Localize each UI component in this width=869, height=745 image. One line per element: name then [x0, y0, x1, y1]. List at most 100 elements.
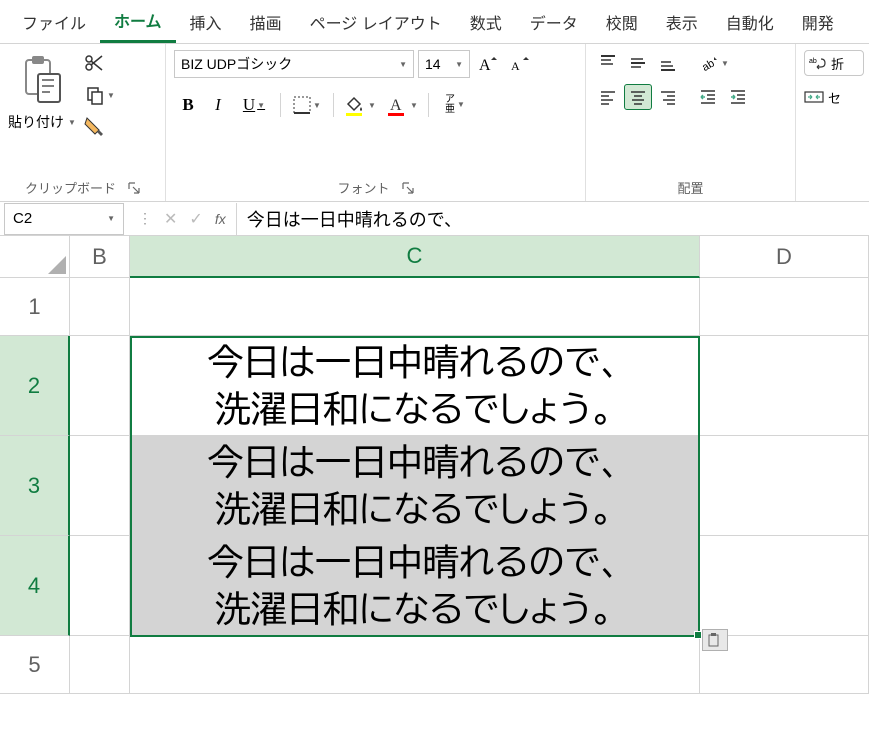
ribbon: 貼り付け▼ ▼ クリップボード: [0, 44, 869, 202]
menu-data[interactable]: データ: [516, 2, 592, 42]
menu-pagelayout[interactable]: ページ レイアウト: [296, 2, 456, 42]
col-header-B[interactable]: B: [70, 236, 130, 278]
row-header-3[interactable]: 3: [0, 436, 70, 536]
svg-text:A: A: [511, 59, 520, 73]
dots-icon[interactable]: ⋮: [134, 210, 156, 227]
increase-font-button[interactable]: A: [474, 51, 502, 77]
svg-text:A: A: [390, 97, 402, 114]
row-header-5[interactable]: 5: [0, 636, 70, 694]
align-center-button[interactable]: [624, 84, 652, 110]
font-color-button[interactable]: A ▼: [382, 92, 422, 118]
col-header-C[interactable]: C: [130, 236, 700, 278]
menu-insert[interactable]: 挿入: [176, 2, 236, 42]
italic-button[interactable]: I: [204, 92, 232, 118]
clipboard-icon: [12, 50, 72, 110]
format-painter-button[interactable]: [80, 114, 108, 140]
menu-automate[interactable]: 自動化: [712, 2, 788, 42]
cell-C4[interactable]: 今日は一日中晴れるので、 洗濯日和になるでしょう。: [130, 536, 700, 636]
decrease-font-button[interactable]: A: [506, 51, 534, 77]
wrap-text-button[interactable]: ab 折: [804, 50, 864, 76]
cut-button[interactable]: [80, 50, 108, 76]
align-top-icon: [599, 54, 617, 72]
row-header-1[interactable]: 1: [0, 278, 70, 336]
cell-D1[interactable]: [700, 278, 869, 336]
align-left-icon: [599, 88, 617, 106]
menu-formulas[interactable]: 数式: [456, 2, 516, 42]
bold-button[interactable]: B: [174, 92, 202, 118]
align-bottom-button[interactable]: [654, 50, 682, 76]
menu-view[interactable]: 表示: [652, 2, 712, 42]
align-top-button[interactable]: [594, 50, 622, 76]
col-header-D[interactable]: D: [700, 236, 869, 278]
chevron-down-icon: ▼: [68, 118, 76, 127]
name-box[interactable]: C2 ▼: [4, 203, 124, 235]
cell-C5[interactable]: [130, 636, 700, 694]
cell-D4[interactable]: [700, 536, 869, 636]
ribbon-group-font: BIZ UDPゴシック ▼ 14 ▼ A A B I U▼: [166, 44, 586, 201]
cell-B5[interactable]: [70, 636, 130, 694]
orientation-button[interactable]: ab▼: [694, 50, 734, 76]
paste-button[interactable]: 貼り付け▼: [8, 50, 76, 132]
confirm-icon[interactable]: ✓: [185, 209, 206, 229]
menu-developer[interactable]: 開発: [788, 2, 848, 42]
merge-button[interactable]: セ: [804, 84, 864, 110]
font-size-combo[interactable]: 14 ▼: [418, 50, 470, 78]
row-header-2[interactable]: 2: [0, 336, 70, 436]
underline-button[interactable]: U▼: [234, 92, 274, 118]
cancel-icon[interactable]: ✕: [160, 209, 181, 229]
fill-color-button[interactable]: ▼: [340, 92, 380, 118]
dialog-launcher-icon[interactable]: [402, 182, 414, 194]
formula-input[interactable]: [237, 203, 869, 235]
cell-C1[interactable]: [130, 278, 700, 336]
dialog-launcher-icon[interactable]: [128, 182, 140, 194]
svg-text:A: A: [479, 57, 491, 74]
chevron-down-icon: ▼: [455, 60, 463, 69]
fx-icon[interactable]: fx: [211, 211, 230, 227]
chevron-down-icon: ▼: [107, 91, 115, 100]
chevron-down-icon: ▼: [313, 101, 321, 110]
menu-file[interactable]: ファイル: [8, 2, 100, 42]
menu-home[interactable]: ホーム: [100, 0, 176, 43]
font-size-value: 14: [425, 56, 441, 72]
chevron-down-icon: ▼: [721, 59, 729, 68]
font-name-value: BIZ UDPゴシック: [181, 54, 292, 74]
copy-button[interactable]: ▼: [80, 82, 120, 108]
select-all-corner[interactable]: [0, 236, 70, 278]
menu-review[interactable]: 校閲: [592, 2, 652, 42]
cell-B1[interactable]: [70, 278, 130, 336]
font-name-combo[interactable]: BIZ UDPゴシック ▼: [174, 50, 414, 78]
cell-C2[interactable]: 今日は一日中晴れるので、 洗濯日和になるでしょう。: [130, 336, 700, 436]
align-middle-icon: [629, 54, 647, 72]
menu-draw[interactable]: 描画: [236, 2, 296, 42]
ribbon-group-alignment: ab▼ 配置: [586, 44, 796, 201]
cell-C3[interactable]: 今日は一日中晴れるので、 洗濯日和になるでしょう。: [130, 436, 700, 536]
chevron-down-icon: ▼: [457, 101, 465, 109]
increase-indent-button[interactable]: [724, 84, 752, 110]
chevron-down-icon: ▼: [257, 101, 265, 110]
cell-B4[interactable]: [70, 536, 130, 636]
align-middle-button[interactable]: [624, 50, 652, 76]
align-group-label: 配置: [677, 178, 703, 197]
align-bottom-icon: [659, 54, 677, 72]
wrap-text-icon: ab: [809, 55, 827, 71]
merge-icon: [804, 89, 824, 105]
clipboard-group-label: クリップボード: [25, 178, 116, 197]
align-right-button[interactable]: [654, 84, 682, 110]
grid-area: B C D 1 2 今日は一日中晴れるので、 洗濯日和になるでしょう。 3 今日…: [0, 236, 869, 694]
align-left-button[interactable]: [594, 84, 622, 110]
merge-label: セ: [828, 88, 841, 107]
row-header-4[interactable]: 4: [0, 536, 70, 636]
chevron-down-icon: ▼: [107, 214, 115, 223]
decrease-indent-button[interactable]: [694, 84, 722, 110]
cell-D3[interactable]: [700, 436, 869, 536]
paste-options-button[interactable]: [702, 629, 728, 651]
border-icon: [293, 96, 311, 114]
font-group-label: フォント: [337, 178, 389, 197]
cell-B2[interactable]: [70, 336, 130, 436]
align-center-icon: [629, 88, 647, 106]
chevron-down-icon: ▼: [410, 101, 418, 110]
cell-D2[interactable]: [700, 336, 869, 436]
ruby-button[interactable]: ア 亜▼: [435, 92, 475, 118]
borders-button[interactable]: ▼: [287, 92, 327, 118]
cell-B3[interactable]: [70, 436, 130, 536]
